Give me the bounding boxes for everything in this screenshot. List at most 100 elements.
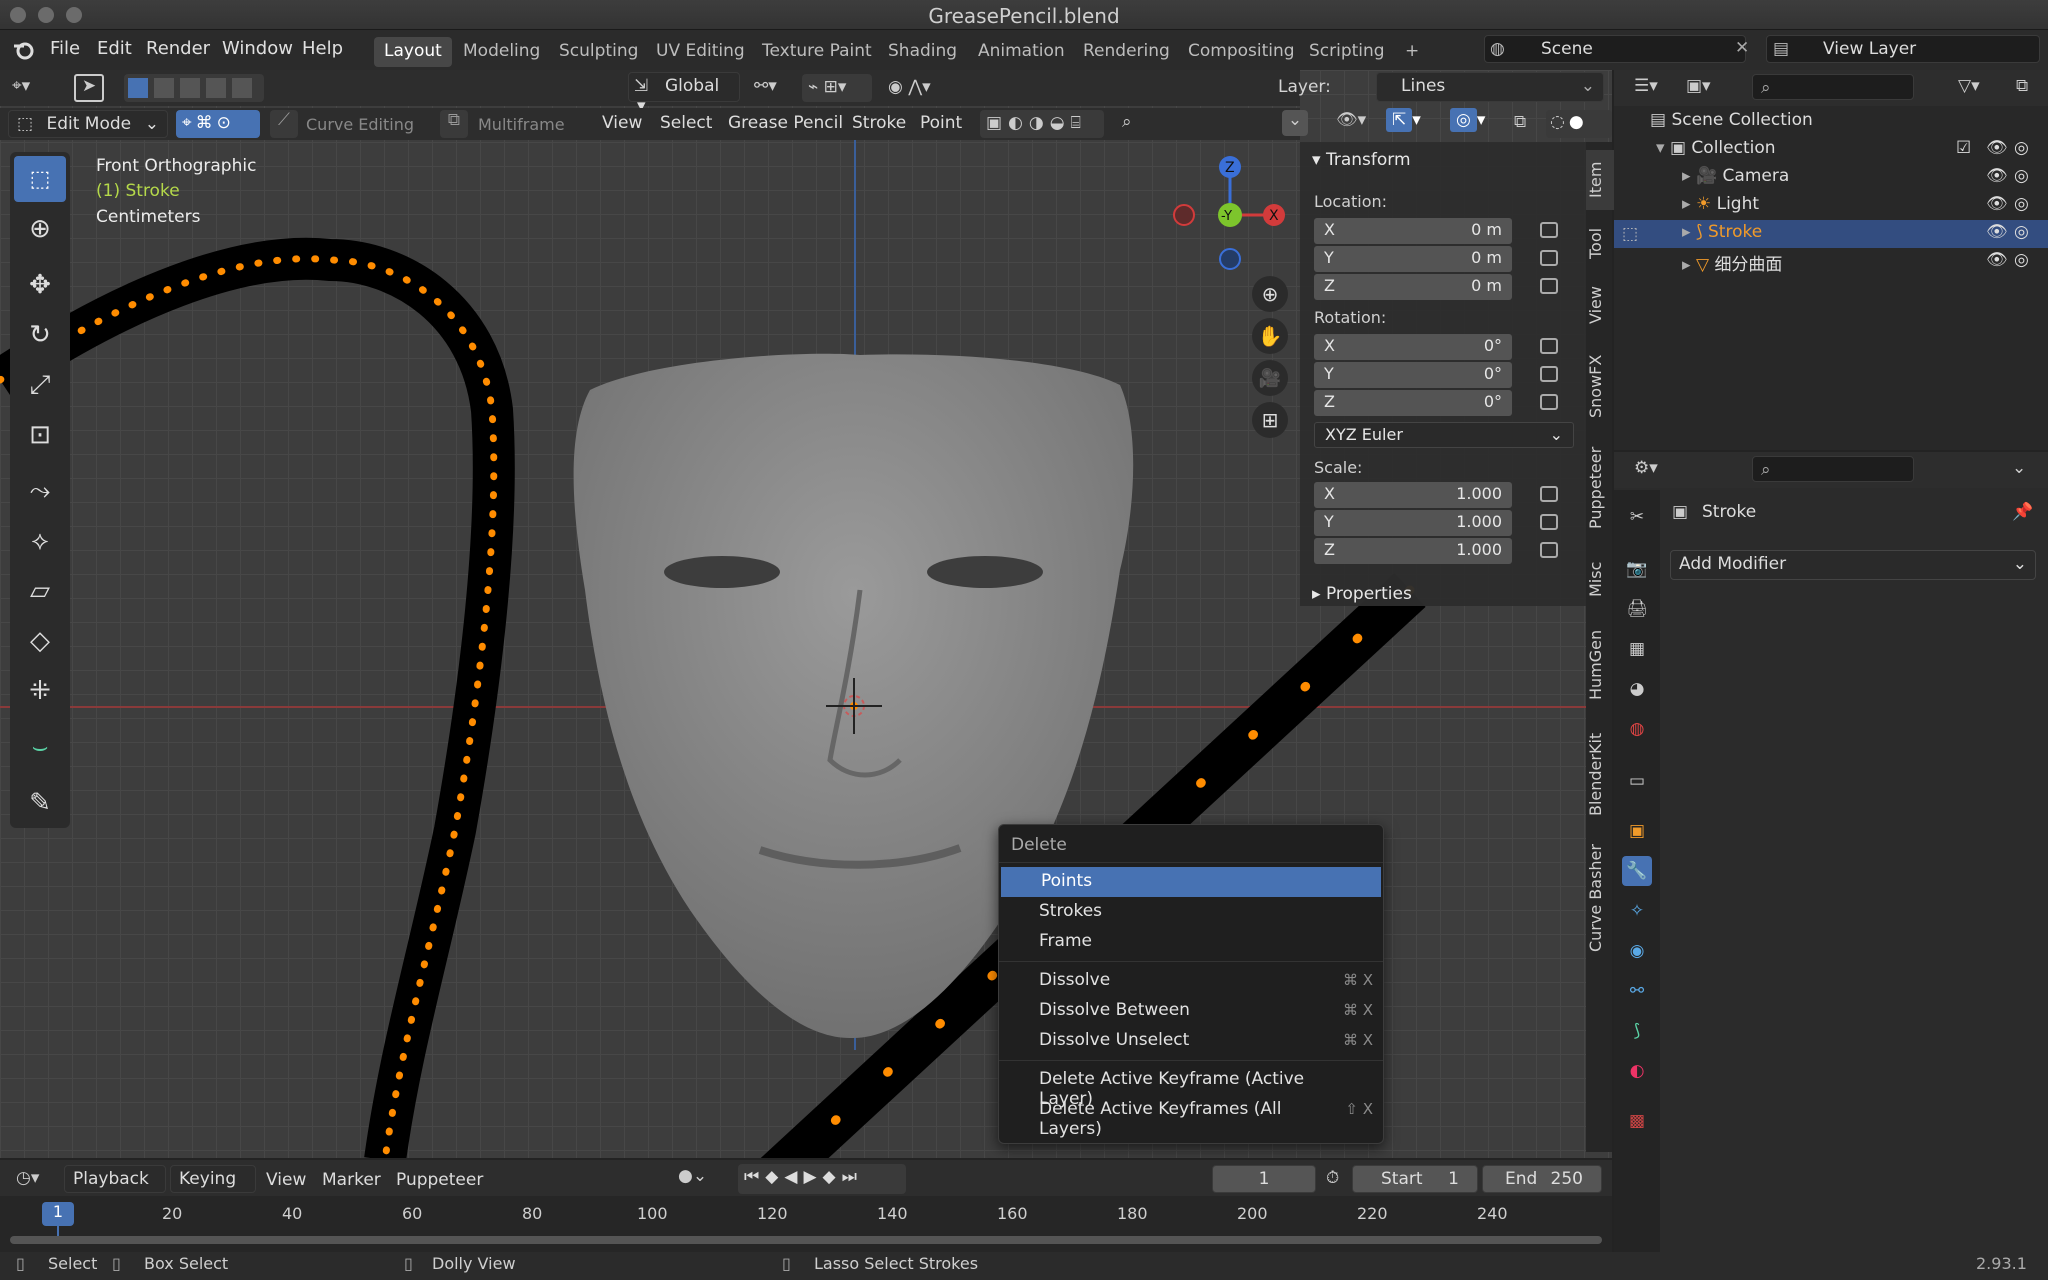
outliner-search-input[interactable]: ⌕ [1752, 74, 1914, 100]
tool-cursor-icon[interactable]: ⊕ [14, 206, 66, 252]
tool-interpolate-icon[interactable]: ⌣ [14, 724, 66, 770]
playback-controls[interactable]: ⏮◆◀▶◆⏭ [738, 1164, 906, 1194]
effects-properties-icon[interactable]: ✧ [1622, 896, 1652, 926]
outliner-display-mode-icon[interactable]: ▣▾ [1686, 76, 1711, 96]
tab-tool[interactable]: Tool [1586, 218, 1614, 268]
selection-mode-buttons[interactable] [124, 74, 264, 102]
tool-to-sphere-icon[interactable]: ◇ [14, 618, 66, 664]
menu-item-delete-active-keyframes-all[interactable]: Delete Active Keyframes (All Layers) ⇧ X [999, 1095, 1383, 1139]
lock-location-x-icon[interactable] [1540, 222, 1558, 238]
multiframe-icon[interactable]: ⧉ [440, 110, 468, 138]
tab-rendering[interactable]: Rendering [1073, 37, 1180, 67]
gizmo-toggle[interactable]: ⇱ ▾ [1386, 108, 1446, 138]
tab-snowfx[interactable]: SnowFX [1586, 346, 1614, 426]
visibility-dropdown[interactable]: 👁▾ [1336, 110, 1382, 138]
overlay-toggle[interactable]: ◎ ▾ [1450, 108, 1510, 138]
tab-modeling[interactable]: Modeling [453, 37, 550, 67]
render-properties-icon[interactable]: 📷 [1622, 554, 1652, 584]
outliner-collection[interactable]: ▾ ▣ Collection ☑ 👁 ◎ [1656, 138, 2048, 166]
select-subtract-icon[interactable] [180, 78, 200, 98]
menu-render[interactable]: Render [146, 38, 210, 59]
tool-shear-icon[interactable]: ▱ [14, 568, 66, 614]
add-modifier-dropdown[interactable]: Add Modifier ⌄ [1670, 550, 2036, 580]
pivot-icon[interactable]: ⚯▾ [754, 76, 777, 96]
view-layer-selector[interactable]: View Layer [1766, 35, 2040, 63]
menu-item-dissolve-between[interactable]: Dissolve Between ⌘ X [999, 996, 1383, 1026]
select-new-icon[interactable] [128, 78, 148, 98]
location-x-field[interactable]: X0 m [1314, 218, 1512, 244]
menu-item-strokes[interactable]: Strokes [999, 897, 1383, 927]
rotation-mode-dropdown[interactable]: XYZ Euler ⌄ [1314, 422, 1574, 448]
close-scene-icon[interactable]: ✕ [1735, 38, 1749, 58]
tool-bend-icon[interactable]: ⤳ [14, 468, 66, 514]
outliner-item-stroke[interactable]: ▸ ⟆ Stroke 👁 ◎ [1682, 222, 2048, 250]
tool-properties-icon[interactable]: ✂ [1622, 502, 1652, 532]
outliner-item-subdivision[interactable]: ▸ ▽ 细分曲面 👁 ◎ [1682, 250, 2048, 278]
rotation-y-field[interactable]: Y 0° [1314, 362, 1512, 388]
tab-compositing[interactable]: Compositing [1178, 37, 1305, 67]
timeline-editor-type-icon[interactable]: ◷▾ [16, 1168, 39, 1188]
rotation-x-field[interactable]: X 0° [1314, 334, 1512, 360]
rotation-z-field[interactable]: Z 0° [1314, 390, 1512, 416]
location-y-field[interactable]: Y0 m [1314, 246, 1512, 272]
proportional-edit-toggle[interactable]: ◉ ⋀▾ [882, 74, 952, 102]
timeline-marker-menu[interactable]: Marker [322, 1170, 381, 1190]
zoom-view-icon[interactable]: ⊕ [1252, 276, 1288, 312]
menu-item-dissolve-unselect[interactable]: Dissolve Unselect ⌘ X [999, 1026, 1383, 1056]
edit-mode-indicator-icon[interactable]: ⬚ [1622, 224, 1638, 244]
curve-editing-toggle[interactable]: Curve Editing [306, 115, 414, 134]
new-collection-icon[interactable]: ⧉ [2016, 76, 2028, 96]
tool-select-box-icon[interactable]: ⬚ [14, 156, 66, 202]
menu-window[interactable]: Window [222, 38, 293, 59]
curve-editing-icon[interactable]: ⟋ [270, 110, 298, 138]
outliner-filter-icon[interactable]: ▽▾ [1958, 76, 1980, 96]
xray-toggle[interactable]: ⧉ [1514, 112, 1526, 132]
properties-editor-type-icon[interactable]: ⚙▾ [1634, 458, 1658, 478]
properties-panel-header[interactable]: ▸ Properties [1312, 584, 1412, 604]
viewport-menu-select[interactable]: Select [660, 113, 712, 133]
modifier-properties-icon[interactable]: 🔧 [1622, 856, 1652, 886]
camera-render-icon[interactable]: ◎ [2014, 166, 2029, 186]
mesh-visibility-icon[interactable]: 👁 [1986, 250, 2008, 270]
menu-item-delete-active-keyframe[interactable]: Delete Active Keyframe (Active Layer) [999, 1065, 1383, 1109]
data-properties-icon[interactable]: ⟆ [1622, 1016, 1652, 1046]
menu-file[interactable]: File [50, 38, 80, 59]
select-invert-icon[interactable] [206, 78, 226, 98]
ortho-toggle-icon[interactable]: ⊞ [1252, 402, 1288, 438]
menu-item-frame[interactable]: Frame [999, 927, 1383, 957]
collection-render-icon[interactable]: ◎ [2014, 138, 2029, 158]
viewport-menu-grease-pencil[interactable]: Grease Pencil [728, 113, 843, 133]
light-render-icon[interactable]: ◎ [2014, 194, 2029, 214]
pan-view-icon[interactable]: ✋ [1252, 318, 1288, 354]
location-z-field[interactable]: Z0 m [1314, 274, 1512, 300]
menu-help[interactable]: Help [302, 38, 343, 59]
properties-search-input[interactable]: ⌕ [1752, 456, 1914, 482]
tab-puppeteer[interactable]: Puppeteer [1586, 438, 1614, 538]
tool-move-icon[interactable]: ✥ [14, 262, 66, 308]
mesh-render-icon[interactable]: ◎ [2014, 250, 2029, 270]
camera-visibility-icon[interactable]: 👁 [1986, 166, 2008, 186]
scene-selector[interactable]: Scene [1484, 35, 1746, 63]
select-intersect-icon[interactable] [232, 78, 252, 98]
start-frame-field[interactable]: Start 1 [1352, 1165, 1478, 1193]
world-properties-icon[interactable]: ◍ [1622, 714, 1652, 744]
tool-transform-fill-icon[interactable]: ⁜ [14, 668, 66, 714]
menu-item-dissolve[interactable]: Dissolve ⌘ X [999, 966, 1383, 996]
lock-location-z-icon[interactable] [1540, 278, 1558, 294]
outliner-item-camera[interactable]: ▸ 🎥 Camera 👁 ◎ [1682, 166, 2048, 194]
select-extend-icon[interactable] [154, 78, 174, 98]
physics-properties-icon[interactable]: ◉ [1622, 936, 1652, 966]
layer-dropdown[interactable]: Lines ⌄ [1376, 72, 1604, 102]
timeline-scrollbar[interactable] [10, 1236, 1602, 1244]
scale-z-field[interactable]: Z 1.000 [1314, 538, 1512, 564]
lock-scale-z-icon[interactable] [1540, 542, 1558, 558]
scale-x-field[interactable]: X 1.000 [1314, 482, 1512, 508]
outliner-item-light[interactable]: ▸ ☀ Light 👁 ◎ [1682, 194, 2048, 222]
tab-scripting[interactable]: Scripting [1299, 37, 1395, 67]
timeline-puppeteer-menu[interactable]: Puppeteer [396, 1170, 483, 1190]
tab-item[interactable]: Item [1586, 150, 1614, 210]
tab-texture-paint[interactable]: Texture Paint [752, 37, 882, 67]
mode-dropdown[interactable]: ⬚ Edit Mode ⌄ [8, 110, 168, 138]
light-visibility-icon[interactable]: 👁 [1986, 194, 2008, 214]
lock-scale-y-icon[interactable] [1540, 514, 1558, 530]
